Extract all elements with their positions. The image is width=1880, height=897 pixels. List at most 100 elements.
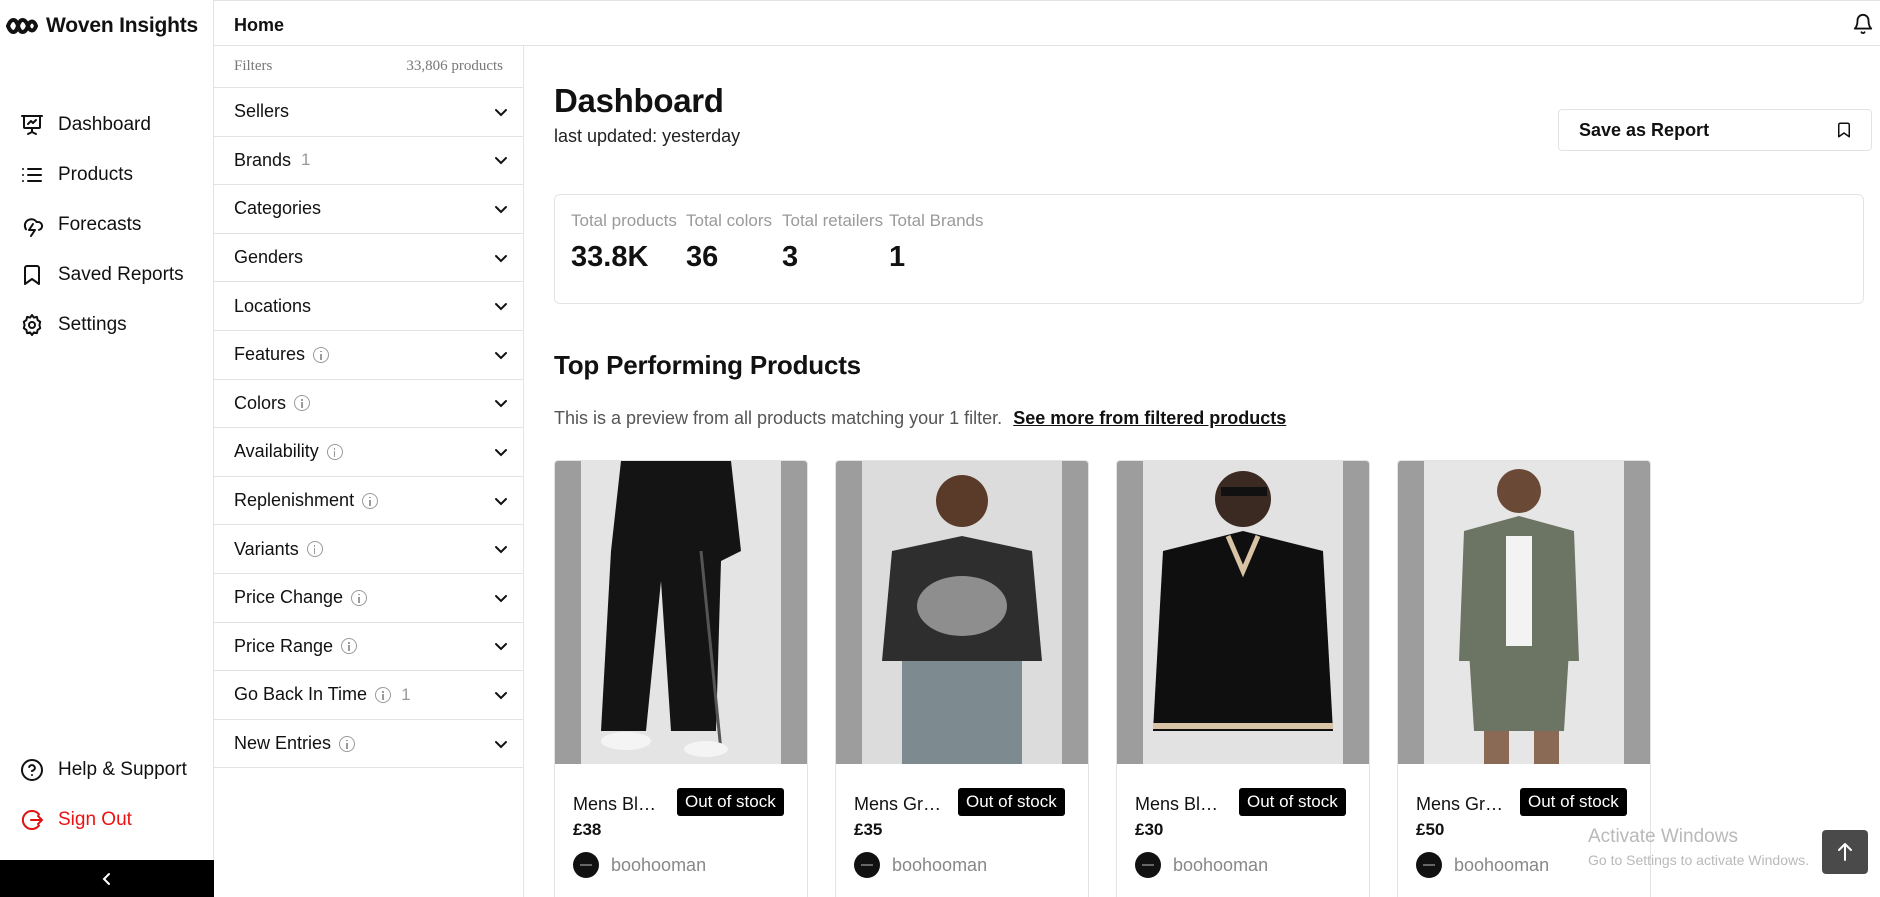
product-image[interactable] [836, 461, 1088, 764]
product-price: £38 [573, 820, 602, 839]
product-photo-shirt-back [862, 461, 1062, 764]
info-icon[interactable] [326, 443, 343, 460]
bookmark-icon [1838, 122, 1850, 138]
sidebar: Woven Insights Dashboard Products Foreca… [0, 0, 214, 897]
filter-row-replenishment[interactable]: Replenishment [214, 477, 523, 526]
filter-row-brands[interactable]: Brands 1 [214, 137, 523, 186]
filter-label: Price Range [234, 635, 334, 656]
nav-item-products[interactable]: Products [0, 150, 213, 200]
filters-panel: Filters 33,806 products Sellers Brands 1 Ca… [214, 46, 524, 897]
filter-label: Go Back In Time [234, 684, 368, 705]
filter-row-variants[interactable]: Variants [214, 525, 523, 574]
nav-item-sign-out[interactable]: Sign Out [0, 795, 213, 845]
filter-row-sellers[interactable]: Sellers [214, 88, 523, 137]
chevron-left-icon [102, 872, 110, 885]
nav-item-forecasts[interactable]: Forecasts [0, 200, 213, 250]
stock-badge: Out of stock [677, 788, 784, 816]
sidebar-collapse-button[interactable] [0, 860, 214, 897]
breadcrumb[interactable]: Home [234, 15, 284, 36]
info-icon[interactable] [306, 541, 323, 558]
seller-avatar [1416, 852, 1442, 878]
product-image[interactable] [1117, 461, 1369, 764]
filter-row-features[interactable]: Features [214, 331, 523, 380]
product-photo-polo [1143, 461, 1343, 764]
filter-label: Genders [234, 247, 304, 268]
bell-icon[interactable] [1852, 13, 1874, 35]
product-image[interactable] [555, 461, 807, 764]
seller-avatar [854, 852, 880, 878]
product-meta: Mens Gre... Out of stock £50 boohooman [1398, 764, 1650, 897]
nav-item-label: Products [58, 164, 133, 185]
filter-count: 1 [301, 150, 311, 170]
save-as-report-button[interactable]: Save as Report [1558, 109, 1872, 151]
product-card[interactable]: Mens Bla... Out of stock £38 boohooman [554, 460, 808, 897]
stat-label: Total Brands [889, 211, 984, 230]
info-icon[interactable] [313, 346, 330, 363]
product-card[interactable]: Mens Bla... Out of stock £30 boohooman [1116, 460, 1370, 897]
product-name: Mens Bla... [1135, 794, 1225, 814]
stat-value: 36 [686, 241, 719, 273]
see-more-link[interactable]: See more from filtered products [1013, 408, 1286, 428]
gear-icon [22, 314, 42, 336]
nav-item-label: Dashboard [58, 114, 151, 135]
seller-name: boohooman [1454, 854, 1550, 875]
info-icon[interactable] [339, 735, 356, 752]
filter-row-colors[interactable]: Colors [214, 380, 523, 429]
nav-item-settings[interactable]: Settings [0, 300, 213, 350]
product-meta: Mens Bla... Out of stock £38 boohooman [555, 764, 807, 897]
stat-total-retailers: Total retailers 3 [782, 211, 883, 274]
section-title: Top Performing Products [554, 350, 861, 380]
brand-name: Woven Insights [46, 14, 198, 37]
seller: boohooman [1416, 852, 1549, 878]
seller-name: boohooman [892, 854, 988, 875]
product-card[interactable]: Mens Gre... Out of stock £50 boohooman [1397, 460, 1651, 897]
filter-row-availability[interactable]: Availability [214, 428, 523, 477]
filter-label: Replenishment [234, 490, 355, 511]
info-icon[interactable] [375, 686, 392, 703]
nav-item-help-support[interactable]: Help & Support [0, 745, 213, 795]
save-as-report-label: Save as Report [1579, 119, 1710, 140]
filter-list: Sellers Brands 1 Categories Genders Locations… [214, 88, 523, 769]
filter-row-categories[interactable]: Categories [214, 185, 523, 234]
filter-row-price-change[interactable]: Price Change [214, 574, 523, 623]
info-icon[interactable] [351, 589, 368, 606]
info-icon[interactable] [362, 492, 379, 509]
chevron-down-icon [495, 254, 507, 262]
seller: boohooman [1135, 852, 1268, 878]
stock-badge: Out of stock [1239, 788, 1346, 816]
filter-row-genders[interactable]: Genders [214, 234, 523, 283]
filter-row-go-back-in-time[interactable]: Go Back In Time 1 [214, 671, 523, 720]
filter-label: Locations [234, 295, 312, 316]
stat-label: Total colors [686, 211, 772, 230]
info-icon[interactable] [294, 395, 311, 412]
product-meta: Mens Bla... Out of stock £30 boohooman [1117, 764, 1369, 897]
dashboard-main: Dashboard last updated: yesterday Save a… [524, 46, 1880, 897]
product-count: 33,806 products [406, 58, 503, 74]
stock-badge: Out of stock [1520, 788, 1627, 816]
seller: boohooman [854, 852, 987, 878]
chevron-down-icon [495, 546, 507, 554]
filter-label: Categories [234, 198, 322, 219]
stat-value: 3 [782, 241, 799, 273]
seller-name: boohooman [1173, 854, 1269, 875]
chevron-down-icon [495, 497, 507, 505]
info-icon[interactable] [341, 638, 358, 655]
last-updated: last updated: yesterday [554, 126, 741, 146]
arrow-up-icon [1838, 843, 1852, 861]
nav-item-label: Forecasts [58, 214, 142, 235]
page-title: Dashboard [554, 82, 724, 119]
product-price: £35 [854, 820, 883, 839]
product-card[interactable]: Mens Gre... Out of stock £35 boohooman [835, 460, 1089, 897]
filter-row-locations[interactable]: Locations [214, 282, 523, 331]
brand-logo[interactable]: Woven Insights [6, 14, 198, 38]
filter-row-price-range[interactable]: Price Range [214, 623, 523, 672]
filter-label: Price Change [234, 587, 344, 608]
filter-row-new-entries[interactable]: New Entries [214, 720, 523, 769]
chevron-down-icon [495, 351, 507, 360]
preview-text: This is a preview from all products matc… [554, 408, 1286, 429]
nav-item-dashboard[interactable]: Dashboard [0, 100, 213, 150]
product-name: Mens Gre... [1416, 794, 1506, 814]
nav-item-saved-reports[interactable]: Saved Reports [0, 250, 213, 300]
product-image[interactable] [1398, 461, 1650, 764]
scroll-to-top-button[interactable] [1822, 830, 1868, 874]
